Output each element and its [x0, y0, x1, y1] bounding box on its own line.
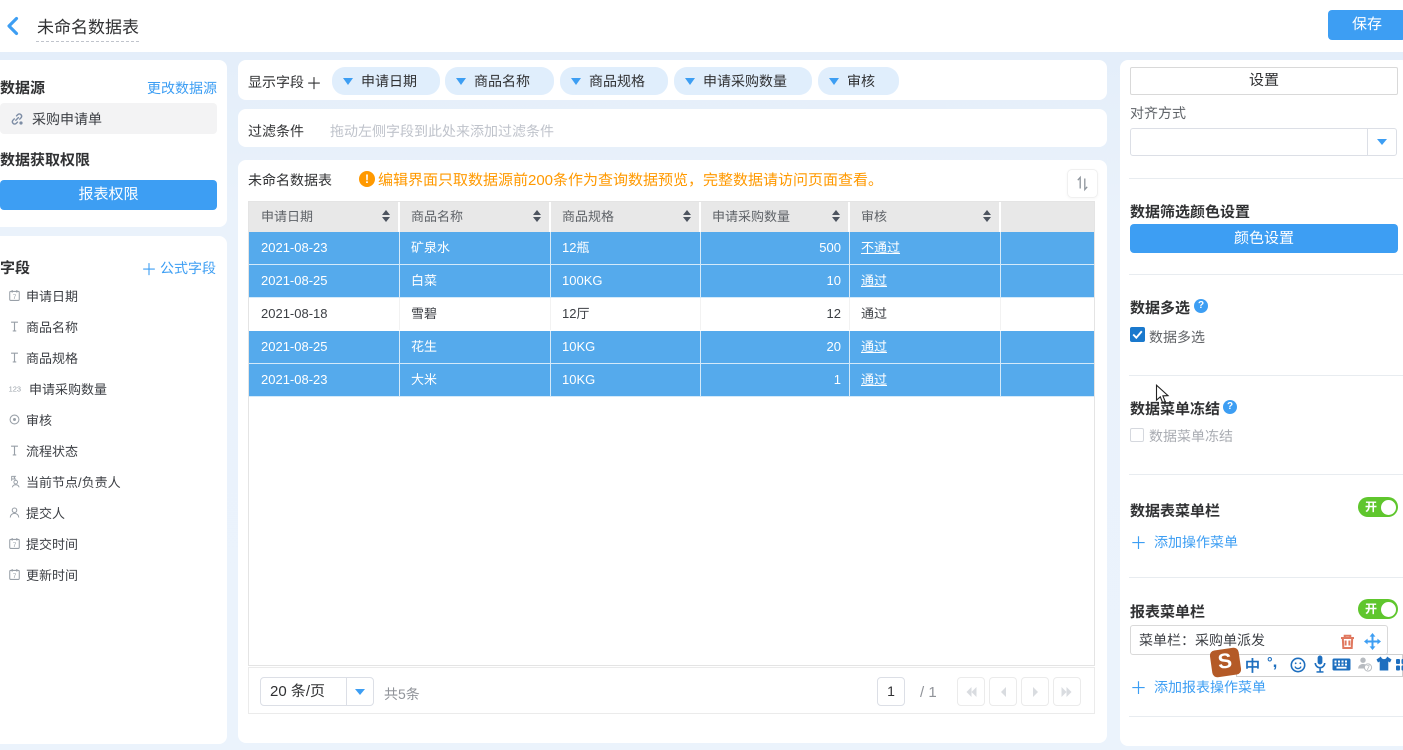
svg-text:7: 7: [13, 573, 17, 580]
svg-text:7: 7: [13, 294, 17, 301]
svg-text:123: 123: [9, 385, 21, 394]
svg-text:7: 7: [13, 542, 17, 549]
svg-text:7: 7: [1366, 665, 1370, 672]
